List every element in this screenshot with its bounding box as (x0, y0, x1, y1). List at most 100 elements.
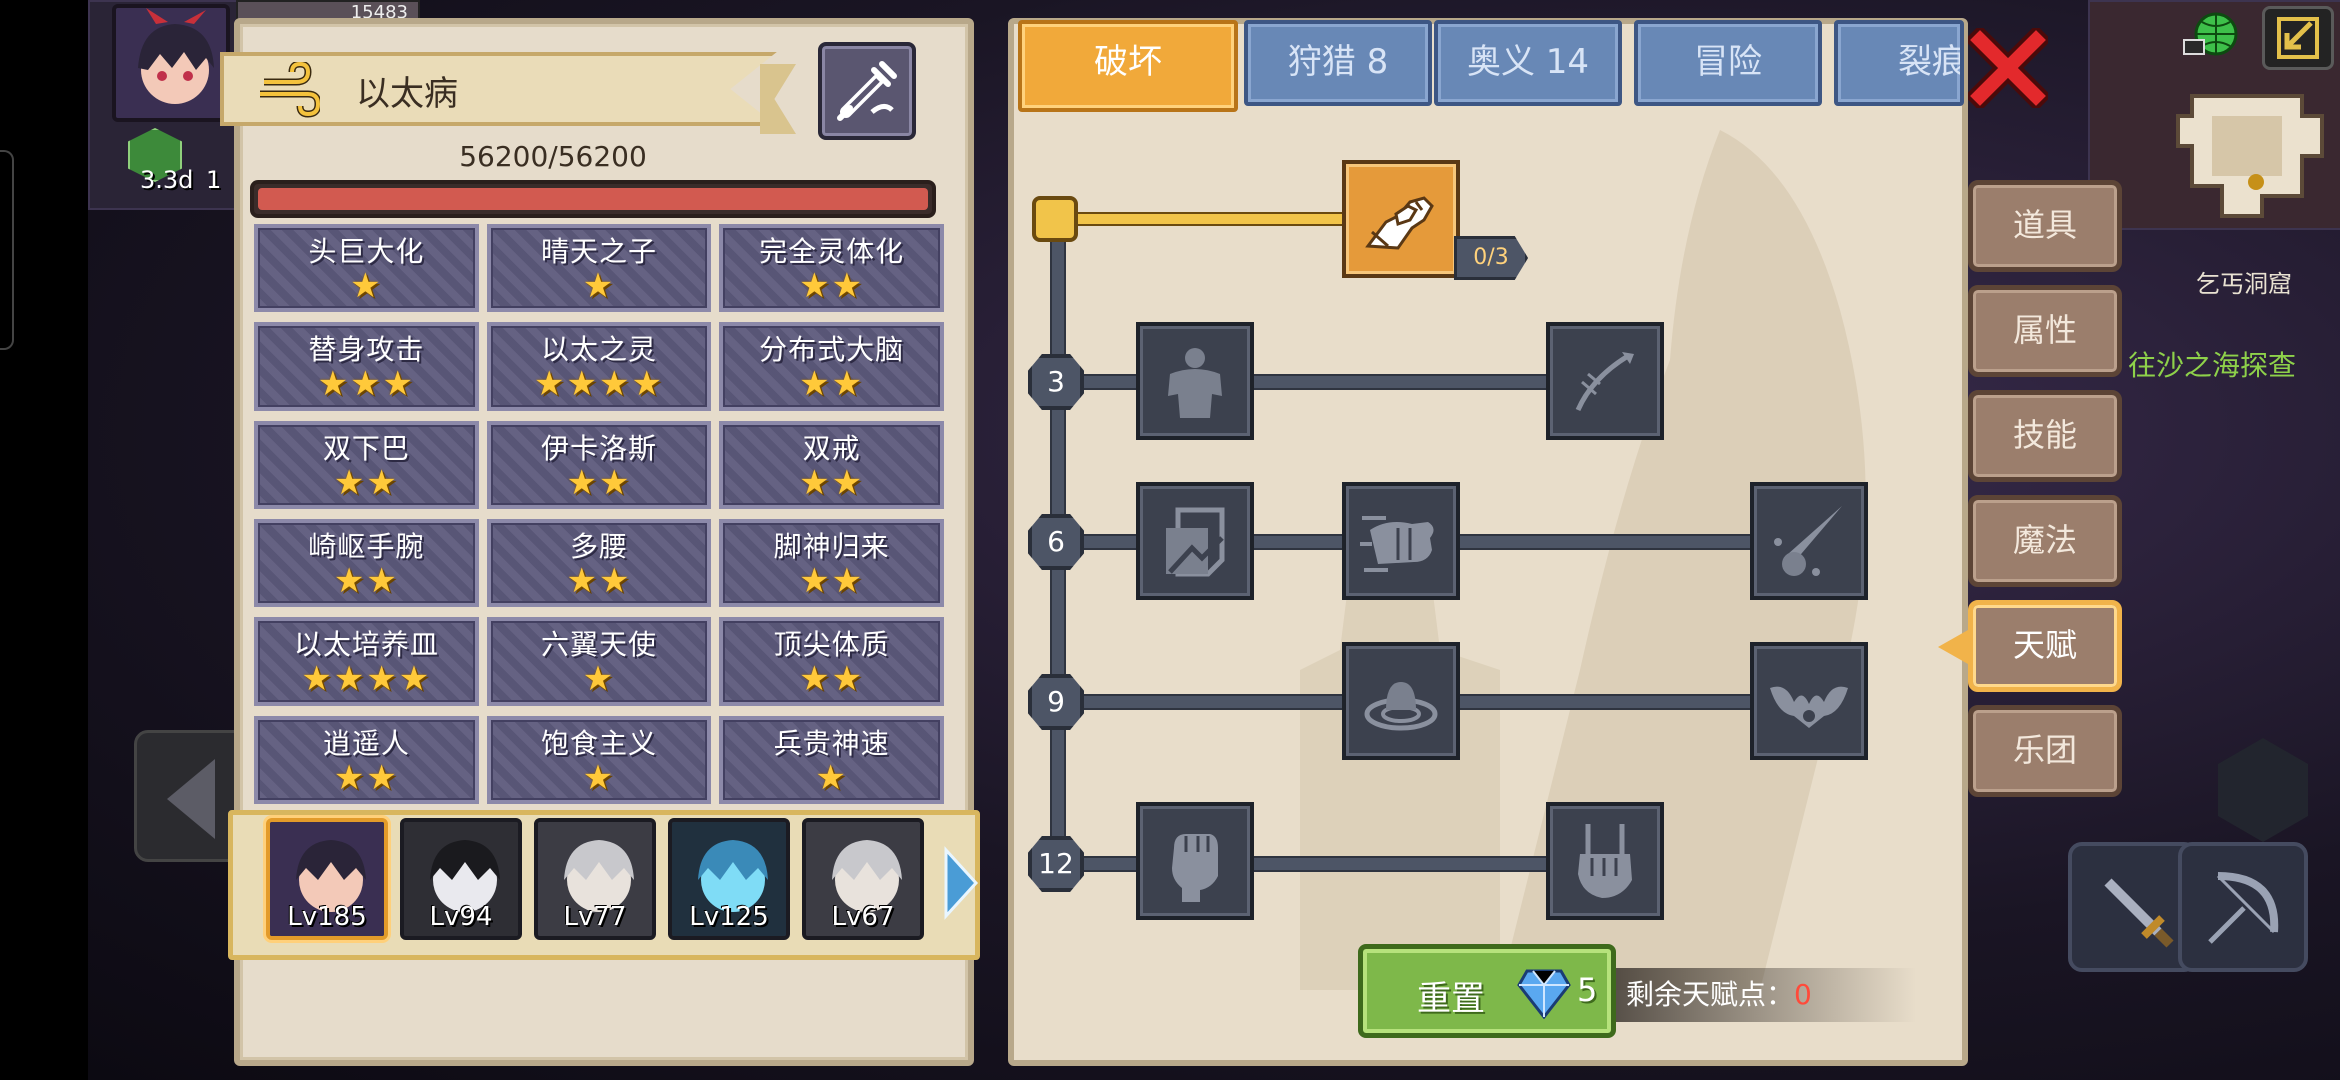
trait-card[interactable]: 双下巴 ★★ (254, 420, 479, 509)
giant-body-icon (1168, 348, 1222, 418)
screen-edge-notch (0, 150, 14, 350)
trait-name: 以太之灵 (540, 333, 657, 367)
raised-fist-icon (1172, 834, 1218, 902)
tree-branch-active (1060, 212, 1362, 226)
minimap[interactable] (2172, 76, 2340, 224)
trait-name: 顶尖体质 (773, 628, 890, 662)
trait-card[interactable]: 多腰 ★★ (486, 519, 712, 608)
buff-timer-2: 1 (206, 166, 222, 194)
tab-talent-category[interactable]: 裂痕 (1834, 20, 1964, 106)
trait-card[interactable]: 替身攻击 ★★★ (254, 322, 479, 411)
trait-name: 崎岖手腕 (308, 530, 425, 564)
party-member-slot[interactable]: Lv67 (802, 818, 924, 940)
remaining-points-label: 剩余天赋点： (1626, 978, 1795, 1011)
trait-card[interactable]: 崎岖手腕 ★★ (254, 519, 479, 608)
bat-wing-icon (1770, 686, 1848, 728)
party-member-level: Lv94 (429, 902, 493, 932)
arrow-strike-icon (1575, 352, 1634, 412)
side-menu-item[interactable]: 乐团 (1968, 705, 2122, 797)
talent-node-ripple[interactable] (1342, 642, 1460, 760)
reset-talents-button[interactable]: 重置 5 (1358, 944, 1616, 1038)
level-badge: 3 (1028, 354, 1084, 410)
trait-name: 以太培养皿 (293, 628, 439, 662)
talent-node-grip[interactable] (1546, 802, 1664, 920)
syringe-button[interactable] (818, 42, 916, 140)
ground-ripple-icon (1364, 682, 1438, 731)
side-menu-item[interactable]: 天赋 (1968, 600, 2122, 692)
network-globe-icon[interactable] (2182, 10, 2240, 62)
trait-star-rating: ★★ (333, 561, 399, 602)
close-button[interactable] (1964, 24, 2052, 112)
shatter-card-icon (1166, 507, 1225, 577)
talent-node-punch[interactable] (1342, 482, 1460, 600)
game-screen: 15483 3.3d 1 以太病 56200/56200 头巨大化 ★ 晴天之子… (0, 0, 2340, 1080)
exit-arrow-icon (2277, 17, 2319, 59)
trait-card[interactable]: 兵贵神速 ★ (719, 715, 944, 804)
trait-card[interactable]: 逍遥人 ★★ (254, 715, 479, 804)
tab-talent-category[interactable]: 狩猎 8 (1244, 20, 1432, 106)
trait-name: 脚神归来 (773, 530, 890, 564)
trait-card[interactable]: 以太之灵 ★★★★ (486, 322, 712, 411)
trait-card[interactable]: 完全灵体化 ★★ (719, 224, 944, 313)
talent-node-slash[interactable] (1750, 482, 1868, 600)
side-menu-item[interactable]: 魔法 (1968, 495, 2122, 587)
talent-node-giant[interactable] (1136, 322, 1254, 440)
talent-node-card[interactable] (1136, 482, 1254, 600)
node-progress: 0/3 (1454, 236, 1528, 280)
trait-card[interactable]: 分布式大脑 ★★ (719, 322, 944, 411)
trait-star-rating: ★★ (333, 757, 399, 798)
tree-branch (1060, 694, 1860, 710)
syringe-icon (837, 61, 897, 121)
party-member-level: Lv185 (287, 902, 367, 932)
disease-hp-fill (258, 188, 928, 210)
wind-swirl-icon (258, 60, 322, 118)
talent-node-fist[interactable] (1136, 802, 1254, 920)
buff-indicator[interactable]: 3.3d (118, 128, 196, 200)
tree-root-node (1032, 196, 1078, 242)
trait-card[interactable]: 六翼天使 ★ (486, 617, 712, 706)
trait-card[interactable]: 脚神归来 ★★ (719, 519, 944, 608)
trait-star-rating: ★★ (799, 659, 865, 700)
tab-talent-category[interactable]: 冒险 (1634, 20, 1822, 106)
trait-card[interactable]: 伊卡洛斯 ★★ (486, 420, 712, 509)
party-member-level: Lv67 (831, 902, 895, 932)
trait-card[interactable]: 晴天之子 ★ (486, 224, 712, 313)
bow-skill-button[interactable] (2178, 842, 2308, 972)
trait-name: 六翼天使 (540, 628, 657, 662)
side-menu-item[interactable]: 道具 (1968, 180, 2122, 272)
talent-node-arrow[interactable] (1546, 322, 1664, 440)
trait-star-rating: ★★★ (317, 364, 416, 405)
trait-card[interactable]: 双戒 ★★ (719, 420, 944, 509)
party-member-slot[interactable]: Lv185 (266, 818, 388, 940)
party-member-slot[interactable]: Lv125 (668, 818, 790, 940)
trait-card[interactable]: 顶尖体质 ★★ (719, 617, 944, 706)
trait-card[interactable]: 以太培养皿 ★★★★ (254, 617, 479, 706)
trait-grid: 头巨大化 ★ 晴天之子 ★ 完全灵体化 ★★ 替身攻击 ★★★ 以太之灵 ★★★★ 分布式大脑 ★★ 双… (254, 224, 944, 804)
player-avatar[interactable] (112, 4, 230, 122)
party-member-slot[interactable]: Lv94 (400, 818, 522, 940)
trait-star-rating: ★★★★ (301, 659, 432, 700)
party-member-slot[interactable]: Lv77 (534, 818, 656, 940)
talent-node-arm-wrestle[interactable] (1342, 160, 1460, 278)
trait-star-rating: ★ (582, 659, 616, 700)
exit-window-button[interactable] (2262, 6, 2334, 70)
trait-name: 伊卡洛斯 (540, 431, 657, 465)
punch-fist-icon (1360, 516, 1434, 572)
tab-talent-category[interactable]: 破坏 (1018, 20, 1238, 112)
quest-objective[interactable]: 往沙之海探查 (2128, 344, 2296, 384)
tab-talent-category[interactable]: 奥义 14 (1434, 20, 1622, 106)
trait-star-rating: ★★ (799, 364, 865, 405)
trait-name: 完全灵体化 (759, 235, 905, 269)
side-menu-item[interactable]: 属性 (1968, 285, 2122, 377)
trait-card[interactable]: 饱食主义 ★ (486, 715, 712, 804)
arm-wrestle-icon (1365, 196, 1434, 250)
trait-card[interactable]: 头巨大化 ★ (254, 224, 479, 313)
level-badge: 12 (1028, 836, 1084, 892)
talent-node-bat[interactable] (1750, 642, 1868, 760)
disease-hp-text: 56200/56200 (459, 140, 647, 173)
trait-star-rating: ★★ (799, 462, 865, 503)
party-next-button[interactable] (940, 846, 980, 920)
side-menu-item[interactable]: 技能 (1968, 390, 2122, 482)
diamond-gem-icon (1517, 969, 1571, 1019)
level-badge: 9 (1028, 674, 1084, 730)
